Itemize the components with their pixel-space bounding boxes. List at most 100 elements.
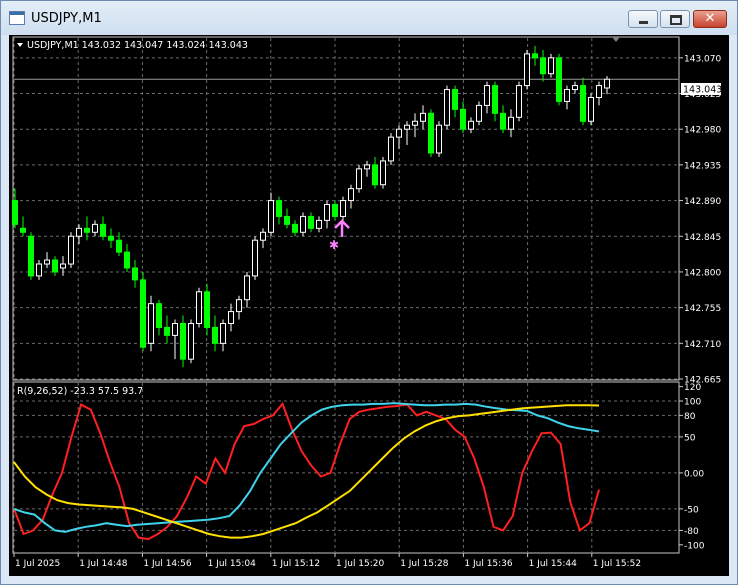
chart-area[interactable]: 143.070 143.025 142.980 142.935 142.890 142.8… bbox=[9, 35, 729, 576]
candle-body bbox=[84, 227, 90, 233]
time-tick-label: 1 Jul 15:52 bbox=[593, 559, 641, 569]
candle-body bbox=[172, 322, 178, 336]
candle-body bbox=[68, 235, 74, 265]
candle-body bbox=[588, 96, 594, 122]
candle-body bbox=[204, 291, 210, 328]
candle-body bbox=[340, 200, 346, 217]
time-tick-label: 1 Jul 15:04 bbox=[208, 559, 257, 569]
time-tick-label: 1 Jul 15:36 bbox=[464, 559, 513, 569]
candle-body bbox=[468, 120, 474, 130]
candle-body bbox=[516, 85, 522, 118]
candle-body bbox=[52, 259, 58, 273]
candle-body bbox=[396, 128, 402, 138]
candle-body bbox=[236, 299, 242, 313]
candle-body bbox=[596, 85, 602, 98]
candle-body bbox=[140, 279, 146, 348]
candle-body bbox=[108, 235, 114, 241]
candle-body bbox=[60, 263, 66, 269]
candle-body bbox=[364, 164, 370, 170]
candle-body bbox=[220, 322, 226, 344]
candle-body bbox=[348, 188, 354, 202]
candle-body bbox=[460, 108, 466, 130]
candle-body bbox=[604, 78, 610, 89]
candle-body bbox=[260, 231, 266, 241]
price-tick-label: 142.890 bbox=[684, 197, 721, 207]
candle-body bbox=[572, 85, 578, 91]
candle-body bbox=[76, 227, 82, 237]
price-tick-label: 142.845 bbox=[684, 233, 721, 243]
candle-body bbox=[564, 89, 570, 102]
time-tick-label: 1 Jul 14:48 bbox=[79, 559, 128, 569]
indicator-tick-label: 120 bbox=[684, 383, 701, 393]
indicator-tick-label: -80 bbox=[684, 527, 699, 537]
candle-body bbox=[20, 227, 26, 233]
window-title: USDJPY,M1 bbox=[31, 11, 102, 26]
candle-body bbox=[540, 57, 546, 75]
indicator-tick-label: 0.00 bbox=[684, 469, 704, 479]
candle-body bbox=[212, 326, 218, 344]
candle-body bbox=[300, 215, 306, 233]
minimize-button[interactable] bbox=[628, 10, 658, 28]
candle-body bbox=[492, 85, 498, 114]
candle-body bbox=[244, 275, 250, 301]
candle-body bbox=[476, 104, 482, 122]
time-tick-label: 1 Jul 15:12 bbox=[272, 559, 320, 569]
candle-body bbox=[316, 219, 322, 229]
candle-body bbox=[156, 303, 162, 328]
candle-body bbox=[580, 85, 586, 122]
candle-body bbox=[228, 311, 234, 324]
chart-background bbox=[9, 35, 729, 576]
candle-body bbox=[148, 303, 154, 344]
candle-body bbox=[388, 136, 394, 162]
candle-body bbox=[292, 223, 298, 233]
chart-window-icon bbox=[9, 11, 25, 25]
price-tick-label: 142.710 bbox=[684, 340, 721, 350]
time-tick-label: 1 Jul 2025 bbox=[15, 559, 60, 569]
buy-star-icon: ✱ bbox=[329, 238, 339, 252]
candle-body bbox=[436, 124, 442, 154]
candle-body bbox=[412, 120, 418, 126]
candle-body bbox=[532, 53, 538, 59]
candle-body bbox=[180, 322, 186, 360]
candle-body bbox=[36, 263, 42, 277]
time-tick-label: 1 Jul 14:56 bbox=[143, 559, 192, 569]
candle-body bbox=[372, 164, 378, 186]
price-tick-label: 142.800 bbox=[684, 268, 721, 278]
indicator-tick-label: -50 bbox=[684, 505, 699, 515]
current-price-text: 143.043 bbox=[683, 85, 722, 96]
maximize-button[interactable] bbox=[660, 10, 690, 28]
candle-body bbox=[116, 239, 122, 253]
candle-body bbox=[420, 112, 426, 122]
close-button[interactable]: ✕ bbox=[693, 10, 727, 28]
time-tick-label: 1 Jul 15:20 bbox=[336, 559, 385, 569]
candle-body bbox=[28, 235, 34, 277]
indicator-tick-label: 50 bbox=[684, 433, 696, 443]
candle-body bbox=[196, 291, 202, 324]
candle-body bbox=[500, 112, 506, 130]
chart-canvas[interactable]: 143.070143.025142.980142.935142.890142.8… bbox=[9, 35, 729, 576]
mt-chart-window: USDJPY,M1 ✕ 143.070 143.025 142.980 142.935… bbox=[0, 0, 738, 585]
candle-body bbox=[428, 112, 434, 154]
candle-body bbox=[324, 204, 330, 221]
candle-body bbox=[524, 53, 530, 87]
candle-body bbox=[356, 168, 362, 190]
candle-body bbox=[132, 267, 138, 281]
price-header: USDJPY,M1 143.032 143.047 143.024 143.04… bbox=[27, 40, 248, 51]
candle-body bbox=[484, 85, 490, 106]
indicator-tick-label: 80 bbox=[684, 412, 696, 422]
candle-body bbox=[548, 57, 554, 75]
candle-body bbox=[284, 215, 290, 225]
candle-body bbox=[276, 200, 282, 217]
time-tick-label: 1 Jul 15:44 bbox=[529, 559, 578, 569]
price-tick-label: 142.755 bbox=[684, 304, 721, 314]
indicator-tick-label: -100 bbox=[684, 541, 705, 551]
close-icon: ✕ bbox=[704, 11, 716, 26]
candle-body bbox=[308, 215, 314, 229]
price-tick-label: 142.980 bbox=[684, 126, 721, 136]
price-tick-label: 143.070 bbox=[684, 54, 721, 64]
price-tick-label: 142.935 bbox=[684, 161, 721, 171]
candle-body bbox=[44, 259, 50, 265]
candle-body bbox=[12, 200, 18, 225]
title-bar[interactable]: USDJPY,M1 ✕ bbox=[1, 1, 737, 35]
candle-body bbox=[252, 239, 258, 277]
